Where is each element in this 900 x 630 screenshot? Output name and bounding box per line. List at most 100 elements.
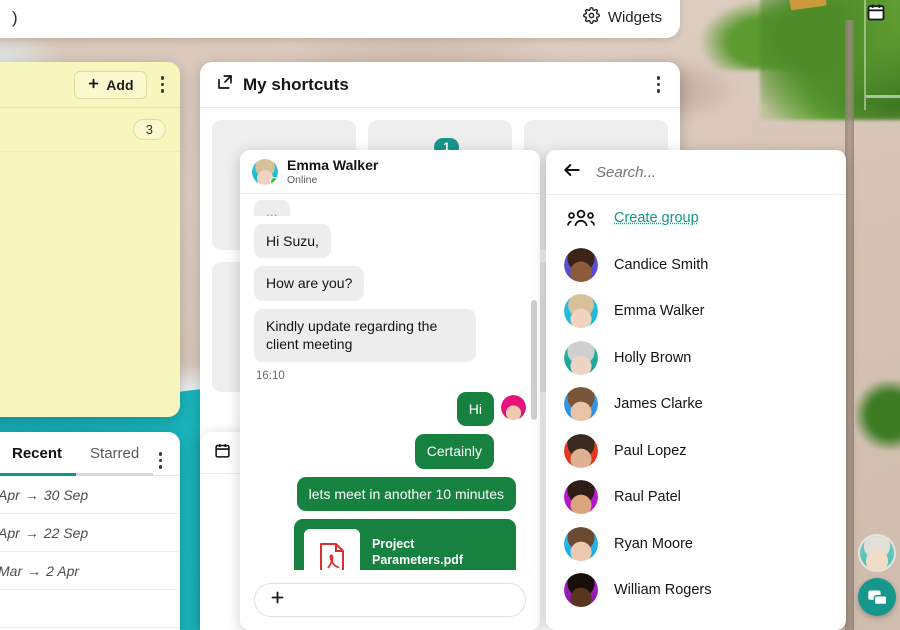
group-people-icon [564, 207, 598, 229]
contact-name: Ryan Moore [614, 535, 693, 552]
arrow-right-icon: → [27, 562, 42, 579]
shortcuts-title-label: My shortcuts [243, 74, 349, 94]
attachment-file-name: Project Parameters.pdf [372, 536, 464, 567]
avatar [564, 340, 598, 375]
message-bubble-outgoing: Hi [456, 391, 494, 427]
contact-list-item[interactable]: Holly Brown [546, 335, 846, 382]
kebab-menu-icon[interactable] [653, 73, 665, 96]
create-group-link[interactable]: Create group [614, 210, 699, 226]
pdf-file-icon [304, 529, 360, 570]
message-bubble-incoming: Kindly update regarding the client meeti… [254, 308, 476, 362]
contact-list-item[interactable]: Candice Smith [546, 242, 846, 289]
contact-name: Candice Smith [614, 256, 709, 273]
chat-bubbles-icon[interactable] [858, 578, 896, 616]
contacts-window: Search... Create group Candice Smith Emm… [546, 150, 846, 630]
page-title: My shortcuts [216, 73, 349, 96]
wallpaper-path [845, 20, 854, 630]
wallpaper-bush [855, 380, 900, 450]
contact-name: Raul Patel [614, 489, 681, 506]
kebab-menu-icon[interactable] [157, 73, 169, 96]
tab-starred[interactable]: Starred [76, 432, 154, 476]
arrow-right-icon: → [24, 524, 39, 541]
user-avatar-icon[interactable] [858, 534, 896, 572]
notes-widget[interactable]: Add 3 [0, 62, 180, 417]
kebab-menu-icon[interactable] [155, 449, 167, 472]
message-bubble-incoming: ... [254, 200, 290, 216]
search-input[interactable]: Search... [596, 164, 656, 181]
calendar-icon[interactable] [866, 2, 886, 27]
top-bar: ) Widgets [0, 0, 680, 38]
plus-icon [87, 77, 100, 93]
contact-list-item[interactable]: Raul Patel [546, 474, 846, 521]
avatar [564, 573, 598, 608]
chat-contact-status: Online [287, 173, 318, 186]
avatar [564, 294, 598, 329]
message-bubble-incoming: Hi Suzu, [254, 224, 331, 259]
avatar [564, 433, 598, 468]
chat-header[interactable]: Emma Walker Online [240, 150, 540, 194]
contact-list-item[interactable]: Ryan Moore [546, 521, 846, 568]
widgets-button[interactable]: Widgets [582, 7, 662, 28]
add-button-label: Add [106, 76, 134, 93]
date-from: Apr [0, 486, 20, 503]
message-timestamp: 16:10 [256, 369, 285, 382]
contact-list-item[interactable]: James Clarke [546, 381, 846, 428]
recent-widget-tabs: Recent Starred [0, 432, 180, 476]
contact-list-item[interactable]: Emma Walker [546, 288, 846, 335]
arrow-left-icon[interactable] [562, 160, 582, 185]
shortcuts-header: My shortcuts [200, 62, 680, 108]
share-box-icon [216, 73, 234, 96]
date-to: 22 Sep [43, 524, 89, 541]
create-group-row[interactable]: Create group [546, 195, 846, 242]
chat-window: Emma Walker Online ... Hi Suzu, How are … [240, 150, 540, 630]
avatar [564, 387, 598, 422]
contact-list-item[interactable]: Paul Lopez [546, 428, 846, 475]
list-item[interactable]: Apr → 30 Sep [0, 476, 180, 514]
calendar-icon [214, 442, 231, 463]
contact-name: William Rogers [614, 582, 712, 599]
contact-name: Paul Lopez [614, 442, 687, 459]
contact-name: James Clarke [614, 396, 703, 413]
chat-contact-name: Emma Walker [287, 157, 379, 174]
gear-icon [582, 7, 600, 28]
tab-starred-label: Starred [90, 445, 140, 462]
contact-name: Emma Walker [614, 303, 705, 320]
notes-widget-row: 3 [0, 108, 180, 152]
widgets-label: Widgets [607, 9, 662, 26]
plus-icon[interactable] [269, 589, 286, 612]
date-from: Mar [0, 562, 23, 579]
notes-count-badge: 3 [132, 119, 166, 140]
chat-composer [240, 570, 540, 630]
notes-widget-header: Add [0, 62, 180, 108]
list-item[interactable]: Apr → 22 Sep [0, 514, 180, 552]
message-bubble-incoming: How are you? [254, 266, 365, 301]
message-input[interactable] [254, 583, 526, 617]
tab-recent[interactable]: Recent [0, 432, 77, 476]
recent-widget[interactable]: Recent Starred Apr → 30 Sep Apr → 22 Sep… [0, 432, 180, 630]
chat-scrollbar[interactable] [531, 300, 537, 420]
message-row-outgoing: Hi [254, 391, 526, 434]
date-to: 30 Sep [43, 486, 89, 503]
contact-name: Holly Brown [614, 349, 692, 366]
avatar [564, 526, 598, 561]
avatar [501, 394, 526, 420]
arrow-right-icon: → [24, 486, 39, 503]
wallpaper-shore-line [866, 95, 900, 98]
avatar [252, 158, 278, 185]
add-button[interactable]: Add [74, 70, 147, 99]
chat-message-list: ... Hi Suzu, How are you? Kindly update … [240, 194, 540, 570]
date-to: 2 Apr [46, 562, 80, 579]
list-item[interactable] [0, 590, 180, 628]
avatar [564, 247, 598, 282]
online-status-dot [270, 176, 278, 185]
avatar [564, 480, 598, 515]
date-from: Apr [0, 524, 20, 541]
contact-list-item[interactable]: William Rogers [546, 567, 846, 614]
message-bubble-outgoing: lets meet in another 10 minutes [296, 476, 516, 512]
message-attachment[interactable]: Project Parameters.pdf 199.2 KB [294, 519, 516, 570]
list-item[interactable]: Mar → 2 Apr [0, 552, 180, 590]
message-bubble-outgoing: Certainly [414, 434, 494, 469]
topbar-partial-text: ) [12, 8, 18, 27]
tab-recent-label: Recent [12, 445, 63, 462]
contacts-search-header: Search... [546, 150, 846, 195]
